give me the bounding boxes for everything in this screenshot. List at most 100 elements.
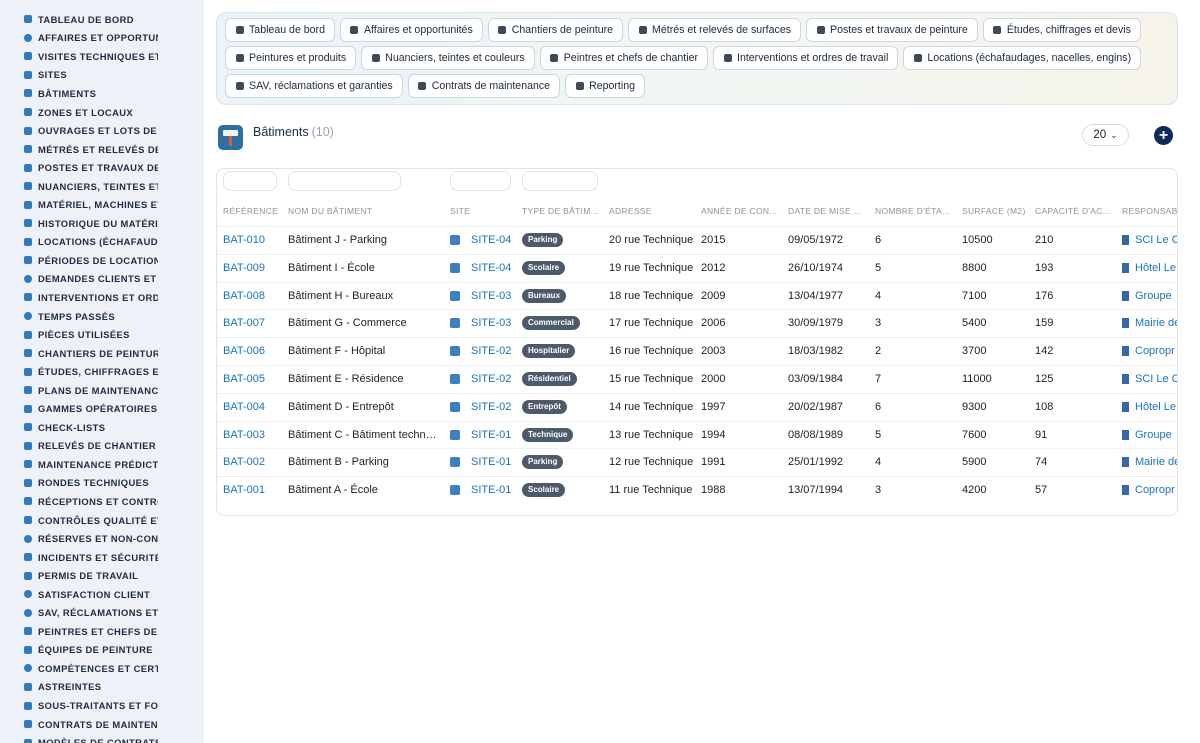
column-header[interactable]: ADRESSE — [609, 206, 652, 216]
site-link[interactable]: SITE-01 — [471, 429, 511, 441]
column-header[interactable]: SITE — [450, 206, 470, 216]
top-nav-button[interactable]: Locations (échafaudages, nacelles, engin… — [903, 46, 1142, 70]
top-nav-button[interactable]: Contrats de maintenance — [407, 74, 561, 98]
sidebar-item[interactable]: CHECK-LISTS — [0, 418, 158, 437]
top-nav-button[interactable]: Métrés et relevés de surfaces — [628, 18, 802, 42]
top-nav-button[interactable]: Chantiers de peinture — [487, 18, 624, 42]
sidebar-item[interactable]: ÉQUIPES DE PEINTURE — [0, 641, 158, 660]
table-row[interactable]: BAT-003 Bâtiment C - Bâtiment techniq... S… — [217, 420, 1177, 450]
table-row[interactable]: BAT-009 Bâtiment I - École SITE-04 Scolaire… — [217, 253, 1177, 283]
reference-link[interactable]: BAT-007 — [223, 310, 265, 338]
sidebar-item[interactable]: PERMIS DE TRAVAIL — [0, 566, 158, 585]
sidebar-item[interactable]: CONTRÔLES QUALITÉ ET — [0, 511, 158, 530]
sidebar-item[interactable]: NUANCIERS, TEINTES ET — [0, 177, 158, 196]
filter-site-input[interactable] — [450, 171, 511, 191]
sidebar-item[interactable]: ÉTUDES, CHIFFRAGES ET — [0, 362, 158, 381]
top-nav-button[interactable]: Interventions et ordres de travail — [713, 46, 899, 70]
top-nav-button[interactable]: Études, chiffrages et devis — [982, 18, 1141, 42]
top-nav-button[interactable]: Tableau de bord — [225, 18, 335, 42]
sidebar-item[interactable]: LOCATIONS (ÉCHAFAUDA — [0, 233, 158, 252]
responsable-link[interactable]: SCI Le C — [1135, 234, 1177, 246]
site-link[interactable]: SITE-02 — [471, 373, 511, 385]
column-header[interactable]: ANNÉE DE CON... — [701, 206, 777, 216]
table-row[interactable]: BAT-008 Bâtiment H - Bureaux SITE-03 Bureau… — [217, 281, 1177, 311]
site-link[interactable]: SITE-03 — [471, 317, 511, 329]
sidebar-item[interactable]: PLANS DE MAINTENANCE — [0, 381, 158, 400]
site-link[interactable]: SITE-04 — [471, 262, 511, 274]
column-header[interactable]: CAPACITÉ D'AC... — [1035, 206, 1111, 216]
reference-link[interactable]: BAT-004 — [223, 394, 265, 422]
table-row[interactable]: BAT-001 Bâtiment A - École SITE-01 Scolaire… — [217, 476, 1177, 505]
top-nav-button[interactable]: SAV, réclamations et garanties — [225, 74, 403, 98]
column-header[interactable]: DATE DE MISE ... — [788, 206, 862, 216]
sidebar-item[interactable]: CONTRATS DE MAINTENA — [0, 715, 158, 734]
column-header[interactable]: NOMBRE D'ÉTA... — [875, 206, 950, 216]
sidebar-item[interactable]: TEMPS PASSÉS — [0, 307, 158, 326]
sidebar-item[interactable]: PIÈCES UTILISÉES — [0, 325, 158, 344]
responsable-link[interactable]: Copropr — [1135, 484, 1175, 496]
sidebar-item[interactable]: SATISFACTION CLIENT — [0, 585, 158, 604]
site-link[interactable]: SITE-02 — [471, 345, 511, 357]
site-link[interactable]: SITE-02 — [471, 401, 511, 413]
sidebar-item[interactable]: GAMMES OPÉRATOIRES — [0, 399, 158, 418]
sidebar-item[interactable]: VISITES TECHNIQUES ET — [0, 47, 158, 66]
sidebar-item[interactable]: RÉCEPTIONS ET CONTRÔ — [0, 492, 158, 511]
column-header[interactable]: NOM DU BÂTIMENT — [288, 206, 372, 216]
sidebar-item[interactable]: MAINTENANCE PRÉDICTI — [0, 455, 158, 474]
top-nav-button[interactable]: Peintures et produits — [225, 46, 357, 70]
sidebar-item[interactable]: CHANTIERS DE PEINTURI — [0, 344, 158, 363]
filter-type-input[interactable] — [522, 171, 598, 191]
table-row[interactable]: BAT-005 Bâtiment E - Résidence SITE-02 Rési… — [217, 365, 1177, 394]
reference-link[interactable]: BAT-009 — [223, 255, 265, 283]
site-link[interactable]: SITE-04 — [471, 234, 511, 246]
sidebar-item[interactable]: AFFAIRES ET OPPORTUN — [0, 29, 158, 48]
table-row[interactable]: BAT-007 Bâtiment G - Commerce SITE-03 Comme… — [217, 309, 1177, 338]
responsable-link[interactable]: SCI Le C — [1135, 373, 1177, 385]
reference-link[interactable]: BAT-008 — [223, 283, 265, 311]
sidebar-item[interactable]: MODÈLES DE CONTRATS — [0, 733, 158, 743]
reference-link[interactable]: BAT-005 — [223, 366, 265, 394]
top-nav-button[interactable]: Affaires et opportunités — [339, 18, 483, 42]
reference-link[interactable]: BAT-003 — [223, 422, 265, 450]
filter-name-input[interactable] — [288, 171, 401, 191]
sidebar-item[interactable]: OUVRAGES ET LOTS DE T — [0, 121, 158, 140]
responsable-link[interactable]: Groupe — [1135, 290, 1172, 302]
sidebar-item[interactable]: HISTORIQUE DU MATÉRIE — [0, 214, 158, 233]
sidebar-item[interactable]: PÉRIODES DE LOCATION — [0, 251, 158, 270]
sidebar-item[interactable]: SAV, RÉCLAMATIONS ET ( — [0, 604, 158, 623]
table-row[interactable]: BAT-010 Bâtiment J - Parking SITE-04 Parkin… — [217, 226, 1177, 255]
top-nav-button[interactable]: Peintres et chefs de chantier — [539, 46, 708, 70]
column-header[interactable]: RESPONSAB — [1122, 206, 1177, 216]
table-row[interactable]: BAT-006 Bâtiment F - Hôpital SITE-02 Hospit… — [217, 337, 1177, 365]
sidebar-item[interactable]: BÂTIMENTS — [0, 84, 158, 103]
sidebar-item[interactable]: INTERVENTIONS ET ORDI — [0, 288, 158, 307]
sidebar-item[interactable]: RELEVÉS DE CHANTIER — [0, 437, 158, 456]
sidebar-item[interactable]: ZONES ET LOCAUX — [0, 103, 158, 122]
responsable-link[interactable]: Mairie de — [1135, 456, 1177, 468]
table-row[interactable]: BAT-002 Bâtiment B - Parking SITE-01 Parkin… — [217, 448, 1177, 477]
table-row[interactable]: BAT-004 Bâtiment D - Entrepôt SITE-02 Entre… — [217, 392, 1177, 422]
sidebar-item[interactable]: COMPÉTENCES ET CERTI — [0, 659, 158, 678]
reference-link[interactable]: BAT-010 — [223, 227, 265, 255]
site-link[interactable]: SITE-01 — [471, 456, 511, 468]
top-nav-button[interactable]: Nuanciers, teintes et couleurs — [361, 46, 535, 70]
sidebar-item[interactable]: TABLEAU DE BORD — [0, 10, 158, 29]
sidebar-item[interactable]: RONDES TECHNIQUES — [0, 474, 158, 493]
sidebar-item[interactable]: POSTES ET TRAVAUX DE — [0, 158, 158, 177]
responsable-link[interactable]: Mairie de — [1135, 317, 1177, 329]
column-header[interactable]: SURFACE (M2) — [962, 206, 1026, 216]
reference-link[interactable]: BAT-001 — [223, 477, 265, 505]
sidebar-item[interactable]: SITES — [0, 66, 158, 85]
sidebar-item[interactable]: RÉSERVES ET NON-CONF — [0, 529, 158, 548]
sidebar-item[interactable]: PEINTRES ET CHEFS DE ( — [0, 622, 158, 641]
reference-link[interactable]: BAT-002 — [223, 449, 265, 477]
add-record-button[interactable]: + — [1154, 126, 1173, 145]
sidebar-item[interactable]: MATÉRIEL, MACHINES ET — [0, 195, 158, 214]
sidebar-item[interactable]: DEMANDES CLIENTS ET I — [0, 270, 158, 289]
sidebar-item[interactable]: INCIDENTS ET SÉCURITÉ — [0, 548, 158, 567]
site-link[interactable]: SITE-03 — [471, 290, 511, 302]
responsable-link[interactable]: Copropr — [1135, 345, 1175, 357]
sidebar-item[interactable]: SOUS-TRAITANTS ET FOU — [0, 696, 158, 715]
responsable-link[interactable]: Groupe — [1135, 429, 1172, 441]
responsable-link[interactable]: Hôtel Le — [1135, 262, 1176, 274]
